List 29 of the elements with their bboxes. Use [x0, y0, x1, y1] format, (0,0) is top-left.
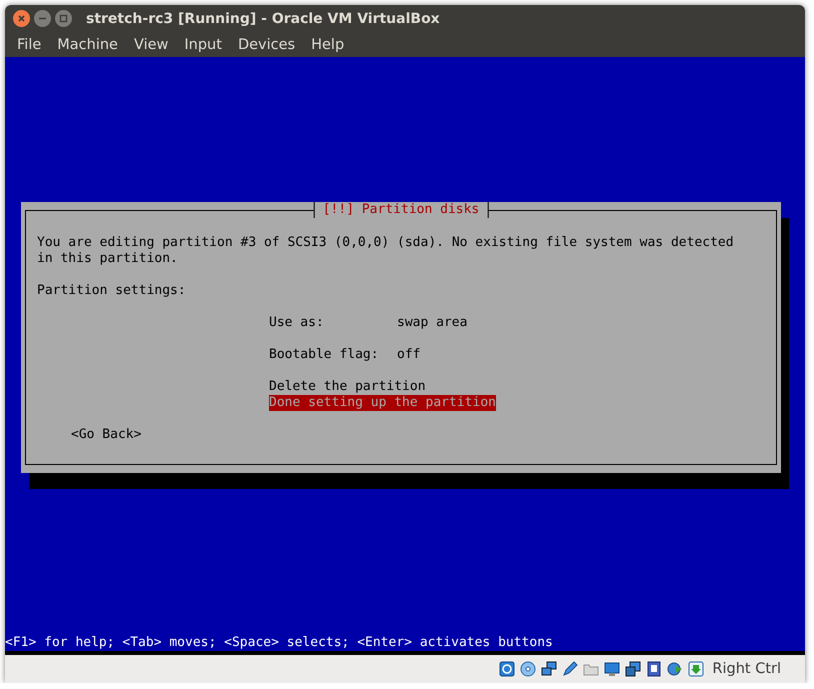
maximize-icon — [60, 14, 68, 22]
maximize-button[interactable] — [55, 10, 72, 27]
setting-value: off — [397, 347, 420, 363]
close-button[interactable] — [13, 10, 30, 27]
windows-icon[interactable] — [624, 660, 642, 678]
window-title: stretch-rc3 [Running] - Oracle VM VirtualBox — [86, 10, 440, 26]
host-key-label: Right Ctrl — [712, 661, 781, 677]
menu-item[interactable]: Help — [303, 36, 352, 52]
dialog-title: [!!] Partition disks — [314, 202, 488, 218]
menu-option[interactable]: Delete the partition — [269, 379, 426, 395]
globe-arrow-icon[interactable] — [666, 660, 684, 678]
section-label: Partition settings: — [37, 283, 187, 299]
menu-item[interactable]: Devices — [230, 36, 304, 52]
display-icon[interactable] — [603, 660, 622, 678]
network-icon[interactable] — [540, 660, 558, 678]
setting-label: Use as: — [269, 315, 325, 331]
menu-item[interactable]: Machine — [49, 36, 126, 52]
pen-icon[interactable] — [561, 660, 580, 678]
close-icon — [18, 15, 25, 22]
optical-disc-icon[interactable] — [519, 660, 538, 678]
setting-value: swap area — [397, 315, 468, 331]
setting-label: Bootable flag: — [269, 347, 380, 363]
menu-item[interactable]: View — [126, 36, 176, 52]
dialog-message: You are editing partition #3 of SCSI3 (0,0,0) (sda). No existing file system was detected in this partition. — [37, 235, 735, 267]
menu-item[interactable]: File — [9, 36, 50, 52]
back-button[interactable]: <Go Back> — [71, 427, 142, 443]
menu-item[interactable]: Input — [176, 36, 230, 52]
minimize-icon — [39, 18, 46, 20]
minimize-button[interactable] — [34, 10, 51, 27]
